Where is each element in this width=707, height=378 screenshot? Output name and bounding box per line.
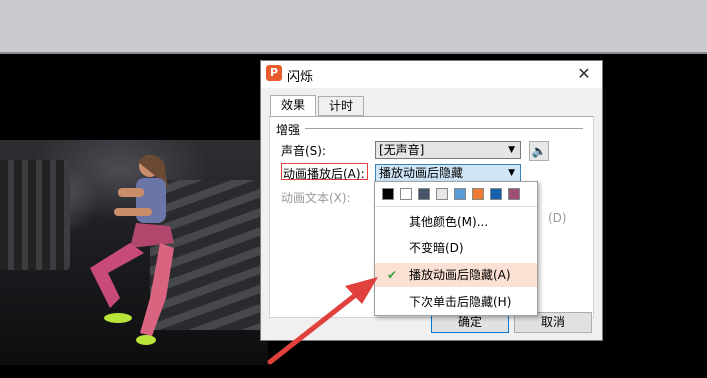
annotation-arrow: [267, 277, 378, 365]
